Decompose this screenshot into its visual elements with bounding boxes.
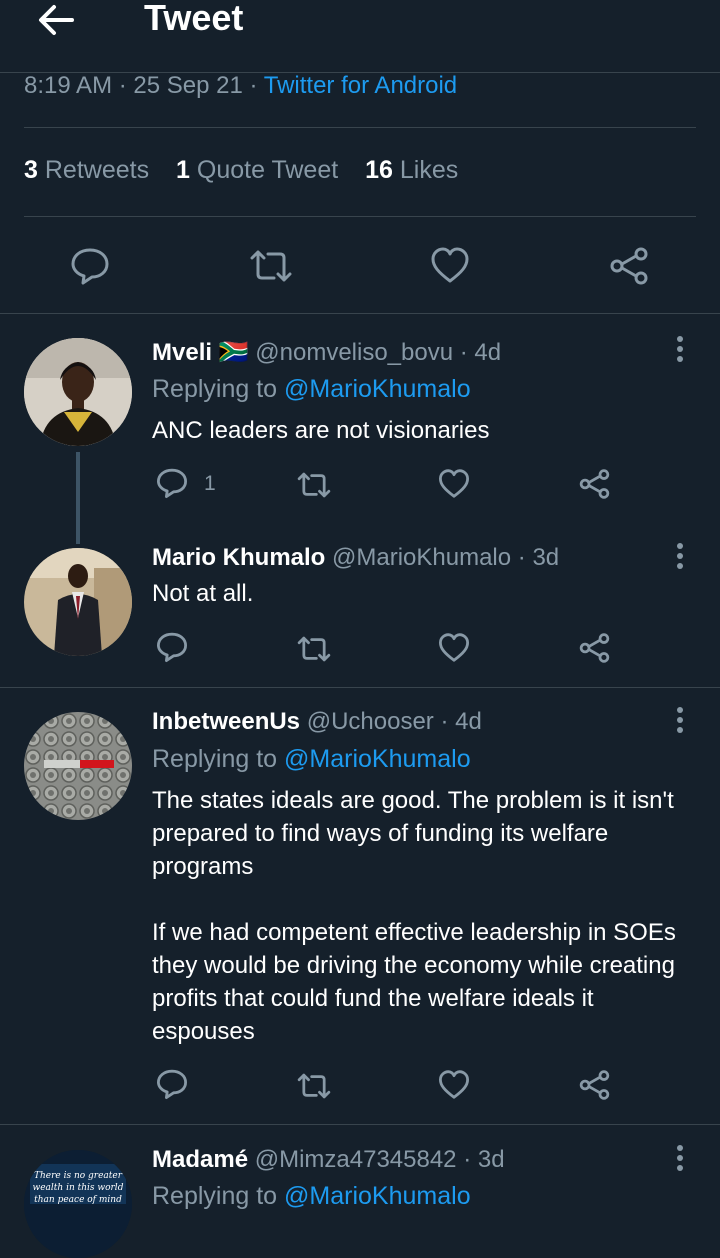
divider bbox=[0, 1124, 720, 1125]
retweet-icon[interactable] bbox=[248, 248, 294, 289]
like-icon[interactable] bbox=[430, 246, 470, 289]
tweet-date: 25 Sep 21 bbox=[133, 72, 243, 99]
avatar[interactable] bbox=[24, 548, 132, 656]
back-arrow-icon[interactable] bbox=[36, 2, 76, 38]
handle[interactable]: @Mimza47345842 bbox=[255, 1146, 457, 1173]
like-icon[interactable] bbox=[438, 468, 470, 504]
display-name[interactable]: Mveli bbox=[152, 339, 212, 366]
replying-to: Replying to @MarioKhumalo bbox=[152, 745, 471, 773]
reply-age: 4d bbox=[474, 339, 502, 366]
reply-text: ANC leaders are not visionaries bbox=[152, 417, 490, 444]
thread-line bbox=[76, 452, 80, 544]
reply-age: 3d bbox=[477, 1146, 505, 1173]
more-icon[interactable] bbox=[668, 335, 692, 365]
header-bar: Tweet bbox=[0, 0, 720, 73]
svg-text:wealth in this world: wealth in this world bbox=[33, 1183, 124, 1193]
retweet-icon[interactable] bbox=[296, 634, 332, 669]
handle[interactable]: @Uchooser bbox=[307, 708, 434, 735]
divider bbox=[24, 216, 696, 217]
divider bbox=[0, 313, 720, 314]
svg-text:than peace of mind: than peace of mind bbox=[34, 1195, 122, 1205]
reply-age: 3d bbox=[532, 544, 560, 571]
reply-icon[interactable] bbox=[156, 1068, 188, 1105]
share-icon[interactable] bbox=[578, 468, 611, 505]
page-title: Tweet bbox=[144, 0, 244, 38]
reply-header: InbetweenUs @Uchooser · 4d bbox=[152, 708, 482, 735]
tweet-time: 8:19 AM bbox=[24, 72, 113, 99]
flag-emoji: 🇿🇦 bbox=[218, 339, 249, 366]
tweet-action-bar bbox=[0, 240, 720, 292]
share-icon[interactable] bbox=[608, 246, 650, 291]
reply-header: Mario Khumalo @MarioKhumalo · 3d bbox=[152, 544, 560, 571]
more-icon[interactable] bbox=[668, 542, 692, 572]
divider bbox=[24, 127, 696, 128]
reply-age: 4d bbox=[455, 708, 482, 735]
tweet-meta: 8:19 AM · 25 Sep 21 · Twitter for Androi… bbox=[24, 72, 458, 99]
like-icon[interactable] bbox=[438, 632, 470, 668]
retweets-stat[interactable]: 3 Retweets bbox=[24, 156, 149, 184]
handle[interactable]: @nomveliso_bovu bbox=[255, 339, 453, 366]
likes-stat[interactable]: 16 Likes bbox=[365, 156, 458, 184]
reply-text: The states ideals are good. The problem … bbox=[152, 787, 676, 1045]
display-name[interactable]: Mario Khumalo bbox=[152, 544, 325, 571]
quote-tweets-stat[interactable]: 1 Quote Tweet bbox=[176, 156, 338, 184]
tweet-source-link[interactable]: Twitter for Android bbox=[264, 72, 457, 99]
display-name[interactable]: Madamé bbox=[152, 1146, 248, 1173]
replying-to: Replying to @MarioKhumalo bbox=[152, 375, 471, 403]
share-icon[interactable] bbox=[578, 1069, 611, 1106]
reply-header: Madamé @Mimza47345842 · 3d bbox=[152, 1146, 505, 1173]
avatar[interactable] bbox=[24, 712, 132, 820]
retweet-icon[interactable] bbox=[296, 470, 332, 505]
divider bbox=[0, 687, 720, 688]
mention-link[interactable]: @MarioKhumalo bbox=[284, 375, 471, 403]
mention-link[interactable]: @MarioKhumalo bbox=[284, 1182, 471, 1210]
reply-icon[interactable] bbox=[70, 246, 110, 291]
display-name[interactable]: InbetweenUs bbox=[152, 708, 300, 735]
reply-header: Mveli 🇿🇦 @nomveliso_bovu · 4d bbox=[152, 339, 502, 366]
mention-link[interactable]: @MarioKhumalo bbox=[284, 745, 471, 773]
reply-icon[interactable] bbox=[156, 631, 188, 668]
tweet-stats: 3 Retweets 1 Quote Tweet 16 Likes bbox=[24, 156, 478, 185]
handle[interactable]: @MarioKhumalo bbox=[332, 544, 511, 571]
svg-text:There is no greater: There is no greater bbox=[34, 1171, 123, 1181]
reply-count: 1 bbox=[204, 472, 216, 495]
more-icon[interactable] bbox=[668, 1144, 692, 1174]
reply-icon[interactable] bbox=[156, 467, 188, 504]
avatar[interactable]: There is no greater wealth in this world… bbox=[24, 1150, 132, 1258]
reply-text: Not at all. bbox=[152, 580, 254, 607]
retweet-icon[interactable] bbox=[296, 1071, 332, 1106]
avatar[interactable] bbox=[24, 338, 132, 446]
share-icon[interactable] bbox=[578, 632, 611, 669]
more-icon[interactable] bbox=[668, 706, 692, 736]
like-icon[interactable] bbox=[438, 1069, 470, 1105]
